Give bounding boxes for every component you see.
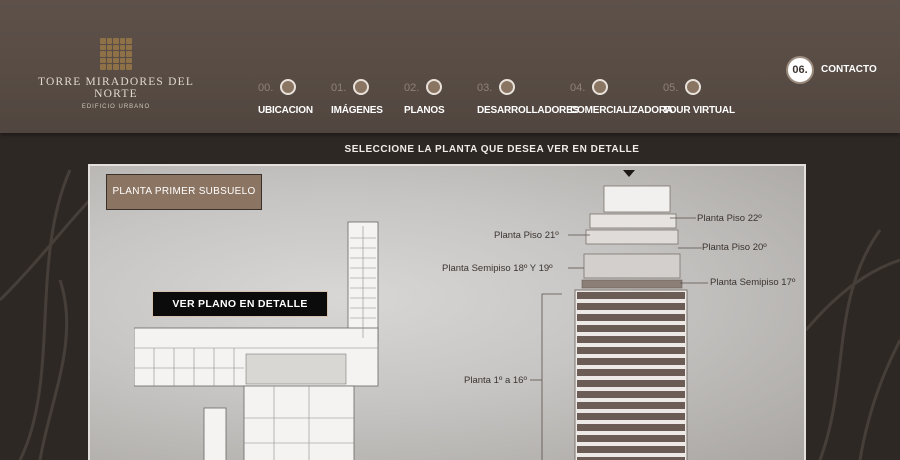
floor-band — [577, 380, 685, 387]
label-planta-1-a-16[interactable]: Planta 1º a 16º — [464, 375, 527, 386]
label-planta-piso-22[interactable]: Planta Piso 22º — [697, 213, 762, 224]
nav-dot-icon — [280, 79, 296, 95]
nav-number: 04. — [570, 82, 586, 94]
floor-band — [577, 292, 685, 299]
floor-20-block — [585, 229, 679, 245]
floor-selection-panel: PLANTA PRIMER SUBSUELO VER PLANO EN DETA… — [88, 164, 806, 460]
nav-label: UBICACION — [258, 105, 313, 116]
floor-band — [577, 325, 685, 332]
logo-subtitle: EDIFICIO URBANO — [81, 104, 151, 110]
floor-band — [577, 435, 685, 442]
nav-label: PLANOS — [404, 105, 445, 116]
floor-band — [577, 358, 685, 365]
floor-band — [577, 402, 685, 409]
nav-label: DESARROLLADORES — [477, 105, 580, 116]
floor-band — [577, 413, 685, 420]
contact-number-badge: 06. — [786, 56, 814, 84]
nav-dot-icon — [499, 79, 515, 95]
floor-band — [577, 347, 685, 354]
floor-18-19-block — [583, 253, 681, 279]
label-planta-semipiso-17[interactable]: Planta Semipiso 17º — [710, 277, 795, 288]
tower-elevation — [530, 185, 708, 460]
select-floor-instruction: SELECCIONE LA PLANTA QUE DESEA VER EN DE… — [344, 144, 640, 155]
nav-dot-icon — [592, 79, 608, 95]
floor-band — [577, 314, 685, 321]
floor-17-block — [581, 279, 683, 289]
logo-title: TORRE MIRADORES DEL NORTE — [37, 76, 195, 100]
nav-number: 05. — [663, 82, 679, 94]
nav-number: 03. — [477, 82, 493, 94]
site-logo[interactable]: TORRE MIRADORES DEL NORTE EDIFICIO URBAN… — [28, 38, 204, 110]
label-planta-semipiso-18-19[interactable]: Planta Semipiso 18º Y 19º — [442, 263, 553, 274]
floor-22-block — [603, 185, 671, 213]
nav-dot-icon — [685, 79, 701, 95]
floor-band — [577, 391, 685, 398]
nav-dot-icon — [426, 79, 442, 95]
nav-number: 01. — [331, 82, 347, 94]
floor-band — [577, 446, 685, 453]
logo-mark-icon — [100, 38, 132, 70]
floor-21-block — [589, 213, 677, 229]
label-planta-piso-21[interactable]: Planta Piso 21º — [494, 230, 559, 241]
floor-band — [577, 303, 685, 310]
nav-label: TOUR VIRTUAL — [663, 105, 735, 116]
floor-band — [577, 424, 685, 431]
floor-band — [577, 336, 685, 343]
nav-label: IMÁGENES — [331, 105, 383, 116]
nav-dot-icon — [353, 79, 369, 95]
selected-arrow-icon — [623, 170, 635, 177]
label-planta-piso-20[interactable]: Planta Piso 20º — [702, 242, 767, 253]
nav-label: COMERCIALIZADORA — [570, 105, 673, 116]
contact-label: CONTACTO — [821, 64, 877, 75]
site-header: TORRE MIRADORES DEL NORTE EDIFICIO URBAN… — [0, 0, 900, 133]
nav-number: 02. — [404, 82, 420, 94]
floor-band — [577, 369, 685, 376]
nav-number: 00. — [258, 82, 274, 94]
